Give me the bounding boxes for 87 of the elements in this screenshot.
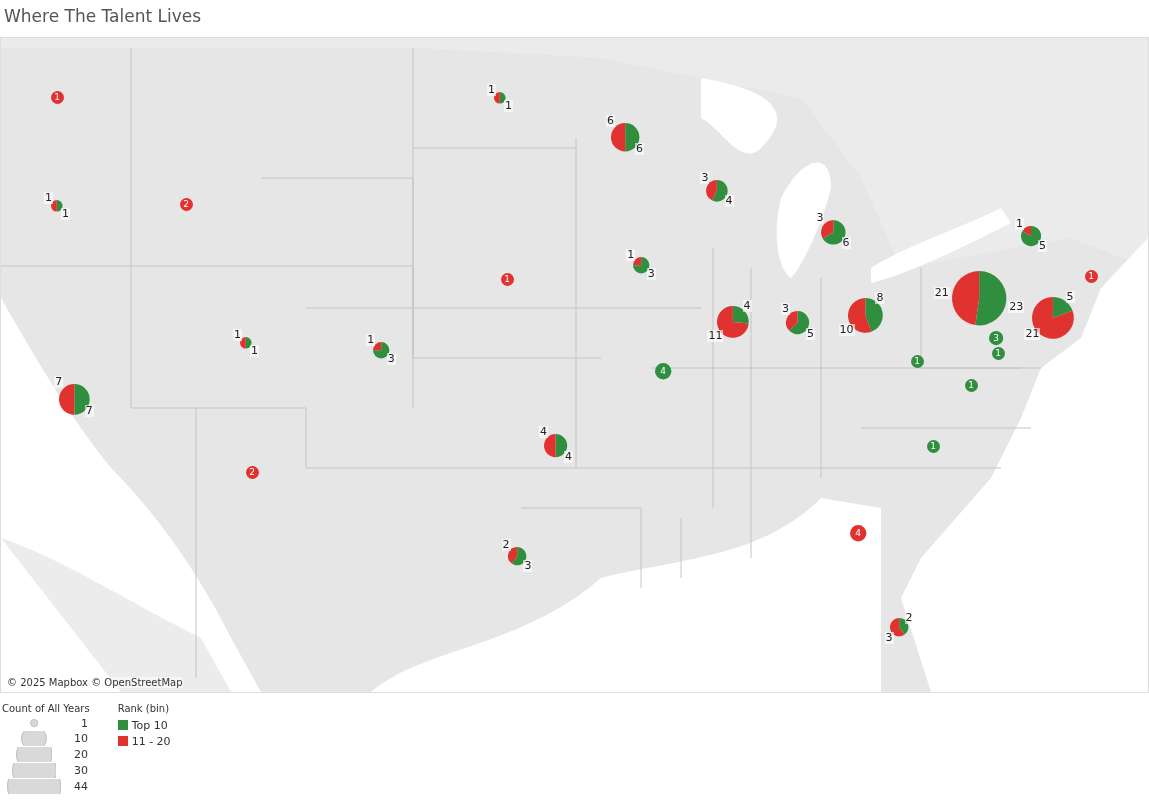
count-label: 1 — [504, 274, 510, 284]
count-label: 10 — [838, 323, 855, 336]
legend-label: 1 — [80, 717, 88, 730]
count-label: 1 — [366, 333, 376, 346]
count-label: 2 — [249, 467, 255, 477]
pie-marker[interactable] — [494, 92, 506, 104]
count-label: 5 — [806, 327, 816, 340]
count-label: 3 — [646, 268, 656, 281]
pie-marker[interactable] — [910, 354, 924, 368]
pie-marker[interactable] — [786, 311, 810, 335]
count-label: 2 — [904, 611, 914, 624]
legend-label: 30 — [73, 764, 88, 777]
count-label: 6 — [841, 236, 851, 249]
legend-title: Rank (bin) — [117, 703, 171, 714]
pie-marker[interactable] — [240, 337, 252, 349]
count-label: 1 — [1088, 271, 1094, 281]
count-label: 3 — [700, 172, 710, 185]
pie-marker[interactable] — [50, 90, 64, 104]
count-label: 3 — [884, 631, 894, 644]
count-label: 4 — [660, 366, 666, 376]
size-key-icon — [11, 763, 57, 778]
count-label: 1 — [930, 441, 936, 451]
count-label: 4 — [742, 300, 752, 313]
count-label: 1 — [250, 345, 260, 358]
pie-marker[interactable] — [500, 272, 514, 286]
count-label: 4 — [724, 195, 734, 208]
pie-marker[interactable] — [951, 270, 1007, 326]
size-key-icon — [6, 779, 62, 794]
count-label: 1 — [995, 348, 1001, 358]
pie-marker[interactable] — [654, 362, 672, 380]
count-label: 8 — [875, 291, 885, 304]
pie-marker[interactable] — [372, 341, 390, 359]
pie-marker[interactable] — [964, 378, 978, 392]
count-label: 21 — [1024, 328, 1041, 341]
pie-marker[interactable] — [179, 197, 193, 211]
pie-marker[interactable] — [991, 346, 1005, 360]
count-label: 5 — [1065, 291, 1075, 304]
legend-title: Count of All Years — [2, 703, 90, 714]
count-label: 2 — [501, 538, 511, 551]
legend-label: 11 - 20 — [131, 734, 171, 748]
color-swatch[interactable] — [117, 720, 128, 730]
count-label: 5 — [1038, 240, 1047, 252]
count-label: 3 — [386, 353, 396, 366]
legend-label: 10 — [73, 732, 88, 745]
count-label: 3 — [780, 303, 790, 316]
pie-marker[interactable] — [706, 180, 728, 202]
count-label: 4 — [538, 426, 548, 439]
legend-label: 20 — [73, 748, 88, 761]
map-attribution: © 2025 Mapbox © OpenStreetMap — [7, 677, 183, 688]
count-label: 7 — [84, 405, 94, 418]
pie-marker[interactable] — [926, 439, 940, 453]
count-label: 1 — [626, 248, 636, 261]
pie-marker[interactable] — [51, 200, 63, 212]
count-label: 1 — [914, 356, 920, 366]
count-label: 23 — [1008, 300, 1025, 313]
size-key-icon — [29, 719, 39, 728]
pie-marker[interactable] — [507, 546, 527, 566]
count-label: 1 — [61, 208, 71, 221]
legend-label: Top 10 — [131, 718, 168, 732]
count-label: 1 — [486, 84, 496, 97]
count-label: 6 — [634, 142, 644, 155]
count-label: 3 — [523, 559, 533, 572]
pie-marker[interactable] — [58, 383, 90, 415]
count-label: 21 — [933, 287, 950, 300]
count-label: 6 — [606, 114, 616, 127]
count-label: 1 — [504, 100, 514, 113]
count-label: 1 — [232, 329, 242, 342]
pie-marker[interactable] — [988, 330, 1004, 346]
pie-marker[interactable] — [849, 524, 867, 542]
count-label: 1 — [43, 192, 53, 205]
legend-label: 44 — [73, 780, 88, 793]
count-label: 2 — [183, 199, 189, 209]
pie-marker[interactable] — [1020, 225, 1042, 247]
pie-marker[interactable] — [1084, 269, 1098, 283]
count-label: 3 — [815, 211, 825, 224]
pie-marker[interactable] — [245, 465, 259, 479]
color-swatch[interactable] — [117, 736, 128, 746]
count-label: 1 — [54, 92, 60, 102]
count-label: 4 — [564, 450, 574, 463]
pie-marker[interactable] — [632, 256, 650, 274]
count-label: 1 — [968, 380, 974, 390]
count-label: 7 — [54, 375, 64, 388]
count-label: 11 — [707, 329, 724, 342]
count-label: 3 — [993, 333, 999, 343]
dashboard-title: Where The Talent Lives — [4, 6, 202, 26]
count-label: 4 — [855, 528, 861, 538]
count-label: 1 — [1015, 217, 1024, 230]
